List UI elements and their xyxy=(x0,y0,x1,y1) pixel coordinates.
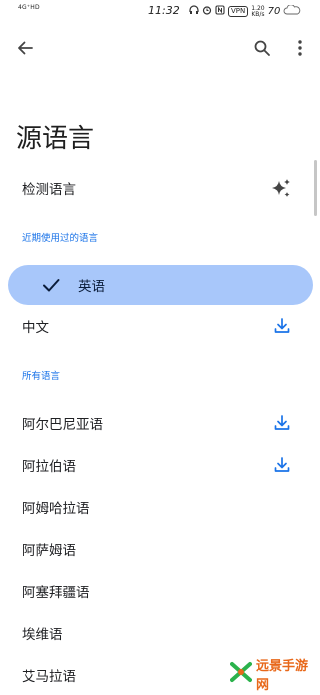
all-languages-header: 所有语言 xyxy=(22,371,61,382)
page-title: 源语言 xyxy=(16,124,95,154)
more-options-button[interactable] xyxy=(284,34,316,66)
cloud-icon xyxy=(283,4,301,18)
search-button[interactable] xyxy=(246,34,278,66)
more-vert-icon xyxy=(297,39,303,61)
list-item[interactable]: 阿尔巴尼亚语 xyxy=(0,403,320,443)
list-item[interactable]: 阿萨姆语 xyxy=(0,529,320,569)
top-app-bar xyxy=(0,30,320,70)
recent-languages-header: 近期使用过的语言 xyxy=(22,233,99,244)
watermark-text: 远景手游网 xyxy=(256,659,309,693)
detect-language-item[interactable]: 检测语言 xyxy=(0,168,320,208)
vpn-badge: VPN xyxy=(228,6,249,17)
arrow-back-icon xyxy=(16,39,34,61)
status-bar: 4G⁺HD 11:32 VPN 1.20 KB/s 70 xyxy=(0,0,320,24)
watermark-logo-icon xyxy=(230,661,252,687)
list-item[interactable]: 阿拉伯语 xyxy=(0,445,320,485)
list-item[interactable]: 中文 xyxy=(0,306,320,346)
list-item[interactable]: 埃维语 xyxy=(0,613,320,653)
list-item[interactable]: 阿姆哈拉语 xyxy=(0,487,320,527)
download-icon[interactable] xyxy=(272,316,292,336)
headphone-icon xyxy=(189,5,199,18)
check-icon xyxy=(40,274,62,296)
download-icon[interactable] xyxy=(272,413,292,433)
battery-level: 70 xyxy=(267,6,281,17)
language-label: 阿塞拜疆语 xyxy=(22,585,90,601)
sparkle-icon xyxy=(270,178,290,198)
language-label: 阿萨姆语 xyxy=(22,543,76,559)
language-label: 埃维语 xyxy=(22,627,63,643)
selected-language-item[interactable]: 英语 xyxy=(8,265,313,305)
language-label: 阿拉伯语 xyxy=(22,459,76,475)
back-button[interactable] xyxy=(9,34,41,66)
nfc-icon xyxy=(215,5,225,18)
list-item[interactable]: 阿塞拜疆语 xyxy=(0,571,320,611)
language-label: 阿尔巴尼亚语 xyxy=(22,417,103,433)
alarm-icon xyxy=(202,5,212,18)
network-speed: 1.20 KB/s xyxy=(251,4,265,18)
status-time: 11:32 xyxy=(148,4,180,17)
language-label: 阿姆哈拉语 xyxy=(22,501,90,517)
language-label: 中文 xyxy=(22,320,49,336)
selected-language-label: 英语 xyxy=(78,279,105,295)
detect-language-label: 检测语言 xyxy=(22,182,76,198)
site-watermark: 远景手游网 xyxy=(230,655,320,693)
status-icons: VPN 1.20 KB/s 70 xyxy=(189,4,301,18)
download-icon[interactable] xyxy=(272,455,292,475)
language-label: 艾马拉语 xyxy=(22,669,76,685)
search-icon xyxy=(253,39,271,61)
signal-indicator: 4G⁺HD xyxy=(18,4,40,11)
